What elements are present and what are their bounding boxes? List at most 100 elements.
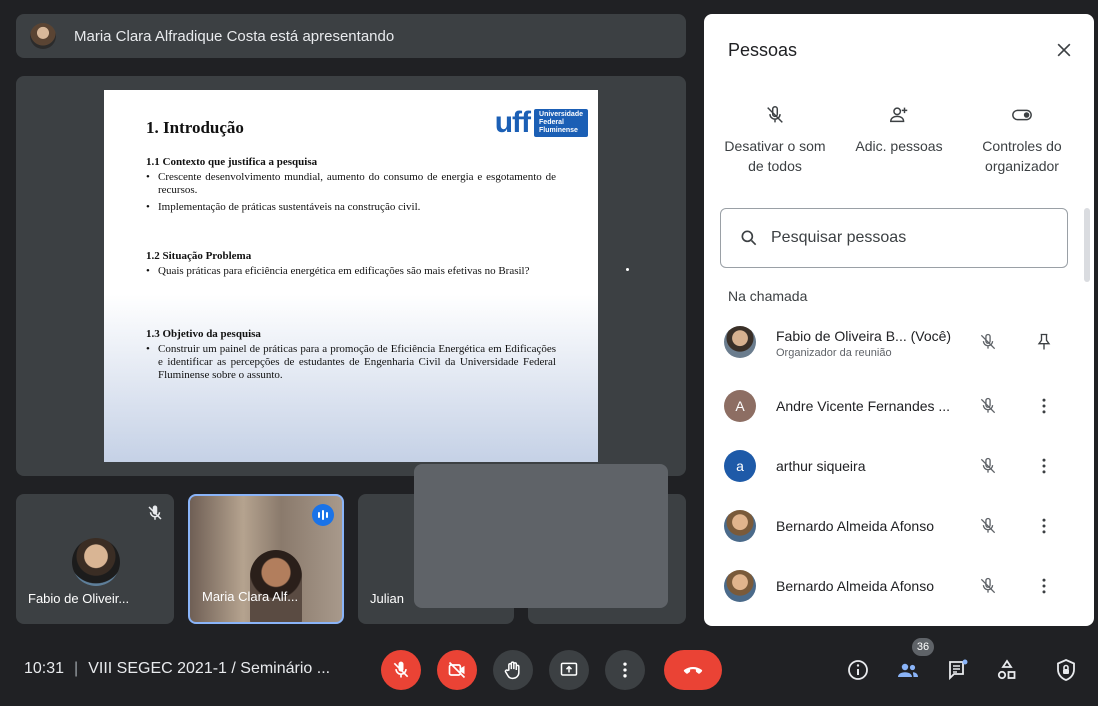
uff-logo: uff Universidade Federal Fluminense [495,108,588,138]
more-vert-icon[interactable] [1034,516,1054,536]
host-controls-button[interactable]: Controles do organizador [966,104,1078,176]
participant-count-badge: 36 [912,638,934,656]
mic-off-icon [393,661,409,678]
uff-logo-mark: uff [494,106,531,139]
tile-name: Maria Clara Alf... [202,589,299,604]
bottom-bar: 10:31 | VIII SEGEC 2021-1 / Seminário ... … [0,630,1098,706]
mute-all-label: Desativar o som de todos [724,138,826,174]
search-icon [741,230,757,246]
info-icon[interactable] [846,658,870,682]
mute-all-button[interactable]: Desativar o som de todos [720,104,830,176]
participant-name-text: Fabio de Oliveira B... [776,328,907,344]
present-button[interactable] [549,650,589,690]
search-box[interactable] [720,208,1068,268]
bullet-item: Implementação de práticas sustentáveis n… [146,201,556,214]
uff-logo-text: Universidade Federal Fluminense [534,109,588,137]
mic-off-icon [980,577,996,594]
slide-section-problem: 1.2 Situação Problema Quais práticas par… [146,250,556,282]
raise-hand-button[interactable] [493,650,533,690]
participant-row[interactable]: A Andre Vicente Fernandes ... [704,376,1094,436]
mic-off-icon [767,106,783,123]
meeting-name: VIII SEGEC 2021-1 / Seminário ... [88,660,331,677]
section-heading: 1.1 Contexto que justifica a pesquisa [146,156,318,168]
bullet-item: Crescente desenvolvimento mundial, aumen… [146,171,556,197]
toggle-icon [1012,109,1032,121]
slide-section-context: 1.1 Contexto que justifica a pesquisa Cr… [146,156,556,218]
participant-row[interactable]: Bernardo Almeida Afonso [704,496,1094,556]
avatar: a [724,450,756,482]
mic-off-icon [980,517,996,534]
participant-row[interactable]: Bernardo Almeida Afonso [704,556,1094,616]
host-controls-label: Controles do organizador [982,138,1062,174]
raise-hand-icon [504,661,520,680]
participant-row[interactable]: a arthur siqueira [704,436,1094,496]
speaking-indicator-icon [312,504,334,526]
more-options-button[interactable] [605,650,645,690]
participant-video [250,550,302,622]
avatar [72,538,120,586]
more-vert-icon[interactable] [1034,456,1054,476]
avatar [724,326,756,358]
section-heading: 1.2 Situação Problema [146,250,252,262]
presentation-slide: 1. Introdução uff Universidade Federal F… [104,90,598,462]
avatar [724,570,756,602]
tile-name: Fabio de Oliveir... [28,591,130,606]
participant-tile-maria[interactable]: Maria Clara Alf... [188,494,344,624]
slide-title: 1. Introdução [146,118,244,137]
participant-name: Bernardo Almeida Afonso [776,518,934,534]
people-panel: Pessoas Desativar o som de todos Adic. p… [704,14,1094,626]
participant-row[interactable]: Fabio de Oliveira B... (Você) Organizado… [704,312,1094,372]
participant-name: Andre Vicente Fernandes ... [776,398,951,414]
meeting-info: 10:31 | VIII SEGEC 2021-1 / Seminário ... [24,660,330,678]
participant-name: arthur siqueira [776,458,866,474]
mic-toggle-button[interactable] [381,650,421,690]
avatar [724,510,756,542]
tile-name: Julian [370,591,404,606]
more-vert-icon[interactable] [1034,576,1054,596]
clock-time: 10:31 [24,660,65,677]
you-suffix: (Você) [910,328,952,344]
scrollbar[interactable] [1084,208,1090,282]
pin-icon[interactable] [1034,332,1054,352]
search-input[interactable] [771,229,1031,247]
leave-call-button[interactable] [664,650,722,690]
people-icon[interactable] [896,658,920,682]
cursor-dot [626,268,629,271]
uff-logo-line: Fluminense [539,127,578,134]
bullet-item: Construir um painel de práticas para a p… [146,343,556,382]
more-vert-icon [623,662,627,678]
camera-toggle-button[interactable] [437,650,477,690]
hangup-icon [683,666,703,674]
panel-title: Pessoas [728,40,798,60]
presenter-bar: Maria Clara Alfradique Costa está aprese… [16,14,686,58]
bullet-item: Quais práticas para eficiência energétic… [146,265,556,278]
presenter-text: Maria Clara Alfradique Costa está aprese… [74,27,395,45]
mic-off-icon [980,457,996,474]
close-icon[interactable] [1054,40,1074,60]
camera-off-icon [448,661,466,679]
chat-icon[interactable] [946,658,970,682]
participant-role: Organizador da reunião [776,347,892,359]
activities-icon[interactable] [995,658,1019,682]
presenter-avatar [30,23,56,49]
add-people-button[interactable]: Adic. pessoas [849,104,949,156]
slide-section-objective: 1.3 Objetivo da pesquisa Construir um pa… [146,328,556,386]
present-icon [560,662,578,676]
participant-name: Bernardo Almeida Afonso [776,578,934,594]
uff-logo-line: Federal [539,119,564,126]
separator: | [74,660,79,677]
participant-tile-fabio[interactable]: Fabio de Oliveir... [16,494,174,624]
avatar: A [724,390,756,422]
section-label: Na chamada [728,288,808,304]
mic-off-icon [148,505,162,520]
add-people-label: Adic. pessoas [855,138,943,154]
uff-logo-line: Universidade [539,111,583,118]
lock-icon[interactable] [1054,658,1078,682]
section-heading: 1.3 Objetivo da pesquisa [146,328,261,340]
more-vert-icon[interactable] [1034,396,1054,416]
overlay-card [414,464,668,608]
person-add-icon [890,107,908,123]
mic-off-icon [980,397,996,414]
participant-name: Fabio de Oliveira B... (Você) [776,328,951,344]
mic-off-icon [980,333,996,350]
